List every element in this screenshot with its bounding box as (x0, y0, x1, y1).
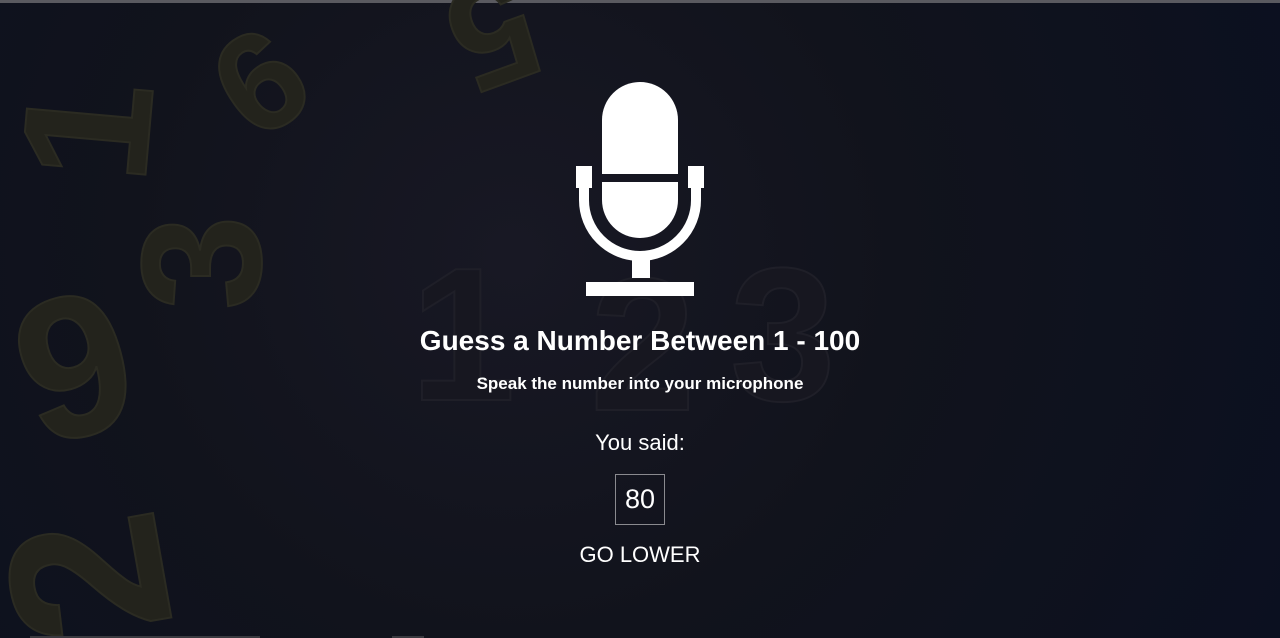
spoken-number-box: 80 (615, 474, 665, 525)
guess-hint: GO LOWER (579, 542, 701, 567)
spoken-number: 80 (624, 484, 656, 514)
game-panel: Guess a Number Between 1 - 100 Speak the… (0, 0, 1280, 638)
instructions-text: Speak the number into your microphone (476, 374, 804, 393)
you-said-label: You said: (595, 430, 685, 455)
page-title: Guess a Number Between 1 - 100 (419, 325, 861, 356)
microphone-icon[interactable] (576, 82, 704, 298)
